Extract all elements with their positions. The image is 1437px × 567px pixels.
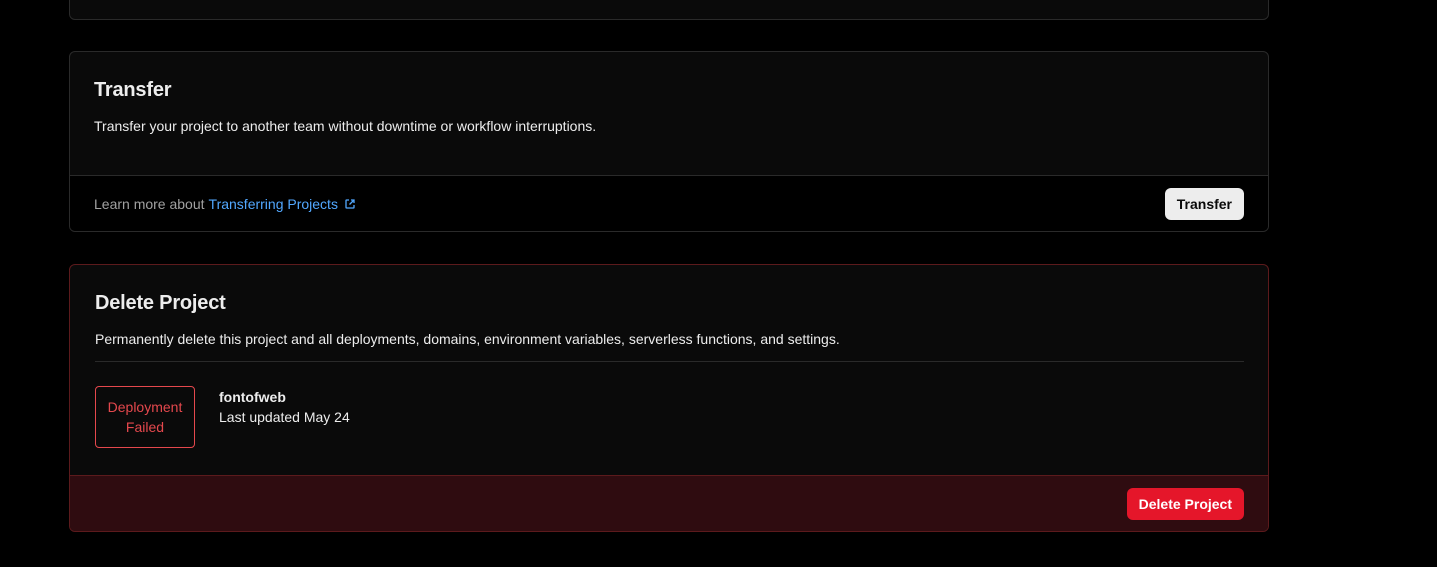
previous-settings-card (69, 0, 1269, 20)
divider (95, 361, 1244, 362)
external-link-icon (345, 199, 355, 209)
deployment-status-badge: Deployment Failed (95, 386, 195, 448)
transfer-button[interactable]: Transfer (1164, 188, 1244, 220)
delete-project-card-body: Delete Project Permanently delete this p… (70, 265, 1268, 475)
project-summary: Deployment Failed fontofweb Last updated… (95, 386, 1244, 448)
transferring-projects-link-label: Transferring Projects (208, 196, 338, 212)
delete-project-card-footer: Delete Project (70, 475, 1268, 531)
delete-project-button[interactable]: Delete Project (1126, 488, 1244, 520)
project-last-updated: Last updated May 24 (219, 409, 350, 425)
transfer-learn-more: Learn more about Transferring Projects (94, 196, 356, 212)
transfer-title: Transfer (94, 79, 172, 101)
settings-page: Transfer Transfer your project to anothe… (0, 0, 1437, 567)
status-line-2: Failed (125, 419, 165, 435)
project-name: fontofweb (219, 389, 286, 405)
transfer-card: Transfer Transfer your project to anothe… (69, 51, 1269, 232)
transfer-card-footer: Learn more about Transferring Projects T… (70, 175, 1268, 231)
status-line-1: Deployment (107, 399, 183, 415)
learn-more-text: Learn more about (94, 196, 205, 212)
delete-project-title: Delete Project (95, 292, 226, 314)
delete-project-card: Delete Project Permanently delete this p… (69, 264, 1269, 532)
transfer-card-body: Transfer Transfer your project to anothe… (70, 52, 1268, 175)
transferring-projects-link[interactable]: Transferring Projects (209, 196, 356, 212)
transfer-description: Transfer your project to another team wi… (94, 118, 597, 134)
delete-project-description: Permanently delete this project and all … (95, 331, 840, 347)
project-info: fontofweb Last updated May 24 (219, 388, 350, 427)
